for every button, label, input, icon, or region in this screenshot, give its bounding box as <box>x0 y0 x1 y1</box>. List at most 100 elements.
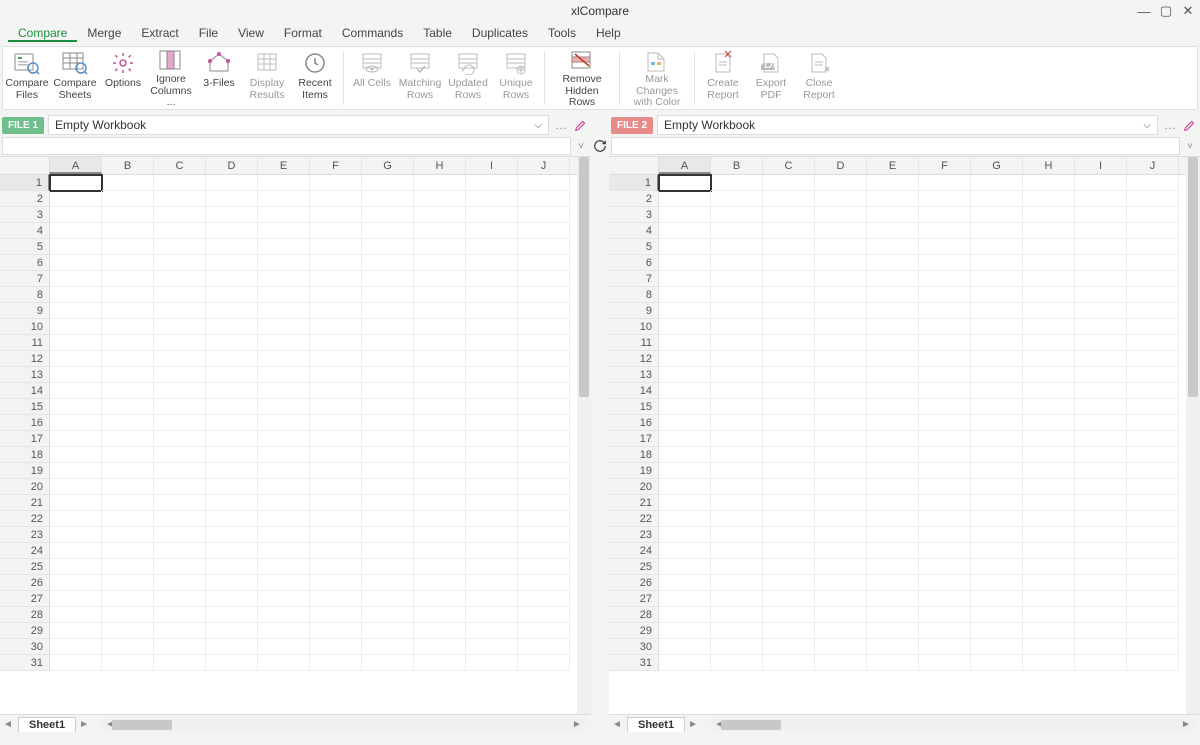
row-header[interactable]: 24 <box>0 543 50 559</box>
cell[interactable] <box>414 303 466 319</box>
cell[interactable] <box>971 239 1023 255</box>
cell[interactable] <box>518 287 570 303</box>
cell[interactable] <box>414 431 466 447</box>
cell[interactable] <box>362 335 414 351</box>
cell[interactable] <box>102 335 154 351</box>
cell[interactable] <box>1075 623 1127 639</box>
cell[interactable] <box>815 495 867 511</box>
cell[interactable] <box>518 367 570 383</box>
cell[interactable] <box>815 239 867 255</box>
row-header[interactable]: 25 <box>609 559 659 575</box>
cell[interactable] <box>414 479 466 495</box>
cell[interactable] <box>1023 447 1075 463</box>
cell[interactable] <box>466 191 518 207</box>
cell[interactable] <box>414 527 466 543</box>
cell[interactable] <box>206 399 258 415</box>
cell[interactable] <box>414 367 466 383</box>
cell[interactable] <box>206 495 258 511</box>
row-header[interactable]: 26 <box>609 575 659 591</box>
row-header[interactable]: 9 <box>0 303 50 319</box>
cell[interactable] <box>711 287 763 303</box>
cell[interactable] <box>763 511 815 527</box>
cell[interactable] <box>102 319 154 335</box>
cell[interactable] <box>1023 255 1075 271</box>
cell[interactable] <box>258 319 310 335</box>
cell[interactable] <box>466 367 518 383</box>
cell[interactable] <box>258 239 310 255</box>
row-header[interactable]: 12 <box>0 351 50 367</box>
cell[interactable] <box>815 175 867 191</box>
cell[interactable] <box>102 527 154 543</box>
cell[interactable] <box>867 367 919 383</box>
cell[interactable] <box>362 367 414 383</box>
cell[interactable] <box>919 191 971 207</box>
cell[interactable] <box>1075 351 1127 367</box>
cell[interactable] <box>102 367 154 383</box>
select-all-corner[interactable] <box>609 157 659 174</box>
cell[interactable] <box>1127 335 1179 351</box>
menu-extract[interactable]: Extract <box>131 24 188 42</box>
cell[interactable] <box>414 463 466 479</box>
cell[interactable] <box>763 271 815 287</box>
cell[interactable] <box>659 351 711 367</box>
cell[interactable] <box>362 543 414 559</box>
cell[interactable] <box>1023 623 1075 639</box>
col-header-D[interactable]: D <box>206 157 258 174</box>
cell[interactable] <box>659 431 711 447</box>
cell[interactable] <box>971 335 1023 351</box>
cell[interactable] <box>362 383 414 399</box>
cell[interactable] <box>711 319 763 335</box>
cell[interactable] <box>206 351 258 367</box>
cell[interactable] <box>518 303 570 319</box>
cell[interactable] <box>102 399 154 415</box>
cell[interactable] <box>971 591 1023 607</box>
cell[interactable] <box>362 511 414 527</box>
cell[interactable] <box>414 239 466 255</box>
cell[interactable] <box>867 655 919 671</box>
row-header[interactable]: 3 <box>609 207 659 223</box>
cell[interactable] <box>258 607 310 623</box>
cell[interactable] <box>867 319 919 335</box>
cell[interactable] <box>1075 383 1127 399</box>
cell[interactable] <box>1127 271 1179 287</box>
cell[interactable] <box>258 255 310 271</box>
cell[interactable] <box>102 207 154 223</box>
hscroll-right[interactable]: ► <box>1178 719 1194 730</box>
cell[interactable] <box>867 255 919 271</box>
cell[interactable] <box>414 383 466 399</box>
cell[interactable] <box>763 607 815 623</box>
cell[interactable] <box>919 463 971 479</box>
cell[interactable] <box>414 447 466 463</box>
cell[interactable] <box>1075 287 1127 303</box>
cell[interactable] <box>258 511 310 527</box>
col-header-E[interactable]: E <box>867 157 919 174</box>
cell[interactable] <box>154 303 206 319</box>
cell[interactable] <box>466 511 518 527</box>
cell[interactable] <box>50 623 102 639</box>
cell[interactable] <box>258 367 310 383</box>
row-header[interactable]: 22 <box>0 511 50 527</box>
cell[interactable] <box>310 575 362 591</box>
cell[interactable] <box>1075 175 1127 191</box>
col-header-I[interactable]: I <box>1075 157 1127 174</box>
cell[interactable] <box>50 431 102 447</box>
cell[interactable] <box>971 495 1023 511</box>
menu-compare[interactable]: Compare <box>8 24 77 42</box>
cell[interactable] <box>1127 607 1179 623</box>
cell[interactable] <box>310 207 362 223</box>
cell[interactable] <box>310 559 362 575</box>
ribbon-matching-rows[interactable]: Matching Rows <box>396 47 444 109</box>
spreadsheet-grid[interactable]: ABCDEFGHIJ123456789101112131415161718192… <box>0 157 577 714</box>
cell[interactable] <box>1023 607 1075 623</box>
cell[interactable] <box>711 191 763 207</box>
cell[interactable] <box>1023 511 1075 527</box>
row-header[interactable]: 26 <box>0 575 50 591</box>
cell[interactable] <box>310 591 362 607</box>
ribbon-export-pdf[interactable]: PDFExport PDF <box>747 47 795 109</box>
cell[interactable] <box>1075 559 1127 575</box>
row-header[interactable]: 19 <box>609 463 659 479</box>
col-header-A[interactable]: A <box>659 157 711 174</box>
cell[interactable] <box>414 495 466 511</box>
cell[interactable] <box>815 351 867 367</box>
cell[interactable] <box>711 239 763 255</box>
